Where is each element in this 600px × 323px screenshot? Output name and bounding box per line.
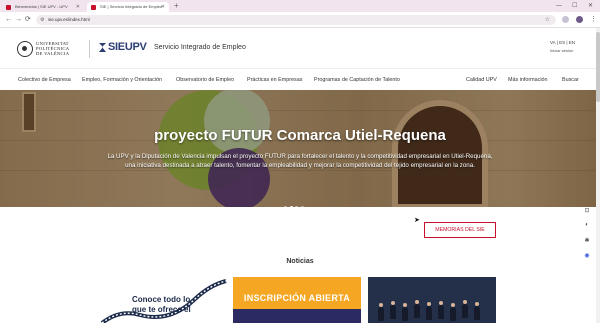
close-tab-icon[interactable]: ✕ bbox=[76, 2, 80, 12]
address-bar[interactable]: ⚙ sie.upv.es/index.html ☆ bbox=[36, 15, 556, 25]
photo-person bbox=[390, 305, 396, 319]
carousel-dot[interactable] bbox=[295, 206, 298, 207]
browser-tab-2[interactable]: SIE | Servicio Integrado de Empleo ✕ bbox=[87, 2, 169, 12]
extensions-icon[interactable] bbox=[562, 16, 569, 23]
login-link[interactable]: Iniciar sesión bbox=[550, 48, 573, 53]
site-header bbox=[0, 28, 600, 68]
text-size-icon[interactable]: ◐ bbox=[582, 222, 592, 228]
carousel-dot[interactable] bbox=[300, 206, 304, 207]
news-card-2[interactable]: INSCRIPCIÓN ABIERTA bbox=[233, 277, 361, 323]
hero-carousel[interactable]: proyecto FUTUR Comarca Utiel-Requena La … bbox=[0, 90, 600, 207]
sie-favicon-icon bbox=[91, 5, 96, 10]
carousel-dots bbox=[284, 196, 306, 207]
card2-banner-strip bbox=[233, 309, 361, 323]
photo-person bbox=[462, 304, 468, 318]
forward-arrow-icon[interactable]: → bbox=[15, 15, 22, 25]
photo-head bbox=[379, 303, 383, 307]
close-tab-icon[interactable]: ✕ bbox=[161, 2, 165, 12]
photo-head bbox=[475, 302, 479, 306]
photo-person bbox=[402, 307, 408, 321]
profile-avatar[interactable] bbox=[576, 16, 583, 23]
nav-item-buscar[interactable]: Buscar bbox=[562, 77, 579, 83]
upv-name: UNIVERSITAT POLITÈCNICA DE VALÈNCIA bbox=[36, 41, 70, 57]
memorias-sie-button[interactable]: MEMORIAS DEL SIE bbox=[424, 222, 496, 238]
browser-tab-bar: Bienvenidos | SIE UPV - UPV ✕ SIE | Serv… bbox=[0, 0, 600, 12]
news-card-3[interactable] bbox=[368, 277, 496, 323]
hero-title[interactable]: proyecto FUTUR Comarca Utiel-Requena bbox=[0, 127, 600, 144]
nav-item-empleo-formacion[interactable]: Empleo, Formación y Orientación bbox=[82, 77, 162, 83]
browser-tab-1[interactable]: Bienvenidos | SIE UPV - UPV ✕ bbox=[2, 2, 84, 12]
new-tab-button[interactable]: + bbox=[174, 1, 179, 11]
site-subtitle: Servicio Integrado de Empleo bbox=[154, 44, 246, 51]
browser-toolbar: ← → ⟳ ⚙ sie.upv.es/index.html ☆ ⋮ bbox=[0, 12, 600, 28]
photo-head bbox=[439, 301, 443, 305]
hero-overlay bbox=[0, 90, 600, 207]
photo-head bbox=[463, 300, 467, 304]
tab-title: SIE | Servicio Integrado de Empleo bbox=[100, 4, 163, 9]
url-text: sie.upv.es/index.html bbox=[48, 17, 90, 22]
nav-item-practicas[interactable]: Prácticas en Empresas bbox=[247, 77, 302, 83]
photo-person bbox=[414, 304, 420, 318]
photo-person bbox=[474, 306, 480, 320]
carousel-dot-active[interactable] bbox=[289, 206, 293, 207]
mouse-cursor-icon: ➤ bbox=[414, 217, 420, 224]
photo-head bbox=[415, 300, 419, 304]
photo-person bbox=[438, 305, 444, 319]
photo-head bbox=[403, 303, 407, 307]
hero-description: La UPV y la Diputación de Valencia impul… bbox=[107, 153, 493, 169]
sie-logo-mark-icon bbox=[99, 43, 106, 52]
main-navigation: Colectivo de Empresa Empleo, Formación y… bbox=[0, 68, 600, 90]
upv-favicon-icon bbox=[6, 5, 11, 10]
upv-seal-icon bbox=[17, 41, 33, 57]
nav-item-calidad[interactable]: Calidad UPV bbox=[466, 77, 497, 83]
news-card-1[interactable]: Conoce todo lo que te ofrece el bbox=[100, 277, 228, 323]
photo-person bbox=[426, 306, 432, 320]
scrollbar-thumb[interactable] bbox=[596, 32, 600, 102]
accessibility-icon[interactable]: ⊡ bbox=[582, 207, 592, 214]
photo-head bbox=[391, 301, 395, 305]
carousel-dot[interactable] bbox=[284, 206, 287, 207]
upv-logo[interactable]: UNIVERSITAT POLITÈCNICA DE VALÈNCIA bbox=[17, 40, 87, 58]
nav-item-observatorio[interactable]: Observatorio de Empleo bbox=[176, 77, 234, 83]
browser-menu-icon[interactable]: ⋮ bbox=[590, 15, 597, 25]
language-selector[interactable]: VA | ES | EN bbox=[550, 40, 575, 45]
nav-item-programas-talento[interactable]: Programas de Captación de Talento bbox=[314, 77, 400, 83]
noticias-heading: Noticias bbox=[286, 258, 314, 265]
sie-upv-logo[interactable]: SIEUPV bbox=[108, 41, 147, 53]
nav-item-colectivo-empresa[interactable]: Colectivo de Empresa bbox=[18, 77, 71, 83]
close-window-button[interactable]: ✕ bbox=[588, 0, 593, 12]
contrast-icon[interactable]: ✱ bbox=[582, 237, 592, 244]
maximize-button[interactable]: ☐ bbox=[572, 0, 577, 12]
logo-divider bbox=[89, 40, 90, 58]
site-info-icon[interactable]: ⚙ bbox=[40, 15, 44, 25]
back-arrow-icon[interactable]: ← bbox=[5, 15, 12, 25]
nav-item-mas-informacion[interactable]: Más información bbox=[508, 77, 548, 83]
tab-title: Bienvenidos | SIE UPV - UPV bbox=[15, 4, 68, 9]
minimize-button[interactable]: — bbox=[556, 0, 562, 12]
photo-head bbox=[427, 302, 431, 306]
photo-person bbox=[450, 307, 456, 321]
photo-head bbox=[451, 303, 455, 307]
reload-icon[interactable]: ⟳ bbox=[25, 15, 31, 25]
photo-person bbox=[378, 307, 384, 321]
card1-headline: Conoce todo lo que te ofrece el bbox=[132, 295, 191, 314]
bookmark-star-icon[interactable]: ☆ bbox=[545, 15, 550, 25]
card2-headline: INSCRIPCIÓN ABIERTA bbox=[243, 293, 351, 303]
